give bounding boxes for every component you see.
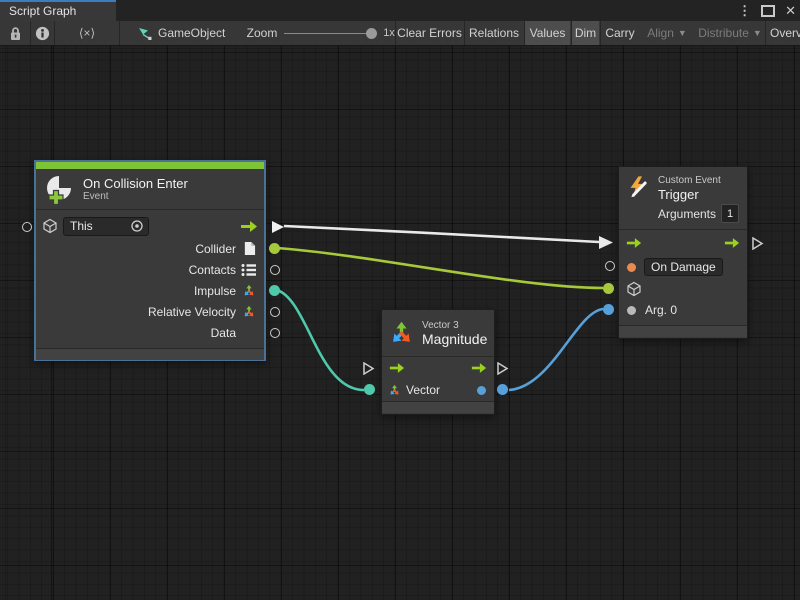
wire-collider-to-gameobject[interactable] <box>277 248 603 288</box>
info-button[interactable] <box>31 21 54 45</box>
clear-errors-button[interactable]: Clear Errors <box>396 21 463 45</box>
zoom-label: Zoom <box>244 21 280 45</box>
port-label-vector: Vector <box>406 383 440 397</box>
port-label-relative-velocity: Relative Velocity <box>148 305 236 319</box>
arguments-label: Arguments <box>658 207 716 221</box>
distribute-dropdown[interactable]: Distribute▼ <box>696 21 764 45</box>
node-vector3-magnitude[interactable]: Vector 3 Magnitude Vector <box>381 309 495 415</box>
relations-button[interactable]: Relations <box>465 21 523 45</box>
tab-strip: Script Graph ⋮ ✕ <box>0 0 800 21</box>
wire-control-flow[interactable] <box>284 226 599 242</box>
node-category: Custom Event <box>658 174 739 187</box>
align-dropdown[interactable]: Align▼ <box>644 21 690 45</box>
gameobject-label: GameObject <box>158 26 225 40</box>
graph-toolbar: ⟨×⟩ GameObject Zoom 1x Clear Errors Rela… <box>0 21 800 46</box>
port-label-arg0: Arg. 0 <box>645 303 677 317</box>
more-menu-icon[interactable]: ⋮ <box>738 0 751 21</box>
lock-icon <box>9 26 22 41</box>
vector3-axis-icon <box>388 320 415 347</box>
port-trigger-control-output[interactable] <box>751 237 764 250</box>
node-title: On Collision Enter <box>83 176 188 191</box>
port-contacts-output[interactable] <box>270 265 280 275</box>
control-input-arrow-icon <box>389 362 405 374</box>
port-label-data: Data <box>211 326 236 340</box>
port-trigger-gameobject-input-connected[interactable] <box>603 283 614 294</box>
code-icon: ⟨×⟩ <box>79 26 95 40</box>
control-output-arrow-icon <box>240 220 258 233</box>
port-relative-velocity-output[interactable] <box>270 307 280 317</box>
overview-button[interactable]: Overv <box>766 21 800 45</box>
node-footer <box>619 326 747 337</box>
vector3-axis-icon <box>242 305 256 319</box>
target-picker-icon[interactable] <box>130 219 144 233</box>
node-on-collision-enter[interactable]: On Collision Enter Event This <box>34 160 266 361</box>
custom-event-icon <box>627 174 650 200</box>
this-target-field[interactable]: This <box>63 217 149 236</box>
port-magnitude-control-output[interactable] <box>496 362 509 375</box>
carry-button[interactable]: Carry <box>601 21 639 45</box>
float-output-port-icon <box>477 386 486 395</box>
port-label-impulse: Impulse <box>194 284 236 298</box>
on-collision-enter-icon <box>44 174 74 204</box>
wire-impulse-to-vector[interactable] <box>277 290 364 390</box>
arguments-count-field[interactable]: 1 <box>721 204 739 223</box>
chevron-down-icon: ▼ <box>753 28 762 38</box>
port-magnitude-control-input[interactable] <box>362 362 375 375</box>
values-button[interactable]: Values <box>525 21 570 45</box>
chevron-down-icon: ▼ <box>678 28 687 38</box>
vector3-axis-icon <box>242 284 256 298</box>
event-accent-bar <box>36 162 264 169</box>
dim-button[interactable]: Dim <box>572 21 599 45</box>
code-view-button[interactable]: ⟨×⟩ <box>55 21 119 45</box>
port-label-collider: Collider <box>195 242 236 256</box>
port-label-contacts: Contacts <box>189 263 236 277</box>
close-icon[interactable]: ✕ <box>785 0 796 21</box>
port-collider-output-connected[interactable] <box>269 243 280 254</box>
string-port-icon <box>627 263 636 272</box>
contacts-list-icon <box>241 263 257 277</box>
object-port-icon <box>627 306 636 315</box>
zoom-slider-knob[interactable] <box>366 28 377 39</box>
gameobject-chip[interactable]: GameObject <box>128 21 256 45</box>
gameobject-cube-icon <box>626 281 642 297</box>
info-icon <box>35 26 50 41</box>
node-custom-event-trigger[interactable]: Custom Event Trigger Arguments 1 <box>618 166 748 339</box>
node-footer <box>382 402 494 413</box>
collider-document-icon <box>243 241 256 256</box>
wire-control-arrowhead <box>599 236 613 249</box>
tab-script-graph[interactable]: Script Graph <box>0 0 116 21</box>
lock-button[interactable] <box>0 21 30 45</box>
zoom-slider[interactable] <box>284 33 369 34</box>
gameobject-cube-icon <box>42 218 58 234</box>
maximize-icon[interactable] <box>761 5 775 17</box>
tab-title: Script Graph <box>9 4 76 18</box>
port-magnitude-output-connected[interactable] <box>497 384 508 395</box>
port-impulse-output-connected[interactable] <box>269 285 280 296</box>
graph-icon <box>138 27 152 40</box>
event-name-field[interactable]: On Damage <box>644 258 723 276</box>
port-event-name-input[interactable] <box>605 261 615 271</box>
port-data-output[interactable] <box>270 328 280 338</box>
port-this-input[interactable] <box>22 222 32 232</box>
node-subtitle: Event <box>83 191 188 203</box>
control-output-arrow-icon <box>724 237 740 249</box>
vector3-axis-icon <box>388 384 401 397</box>
node-title: Trigger <box>658 187 739 202</box>
node-footer <box>36 349 264 360</box>
port-arg0-input-connected[interactable] <box>603 304 614 315</box>
port-control-output-connected[interactable] <box>271 220 285 234</box>
control-input-arrow-icon <box>626 237 642 249</box>
port-vector-input-connected[interactable] <box>364 384 375 395</box>
control-output-arrow-icon <box>471 362 487 374</box>
node-title: Magnitude <box>422 332 487 347</box>
graph-canvas[interactable]: On Collision Enter Event This <box>0 46 800 600</box>
wire-magnitude-to-arg0[interactable] <box>509 309 603 390</box>
script-graph-window: Script Graph ⋮ ✕ ⟨×⟩ <box>0 0 800 600</box>
